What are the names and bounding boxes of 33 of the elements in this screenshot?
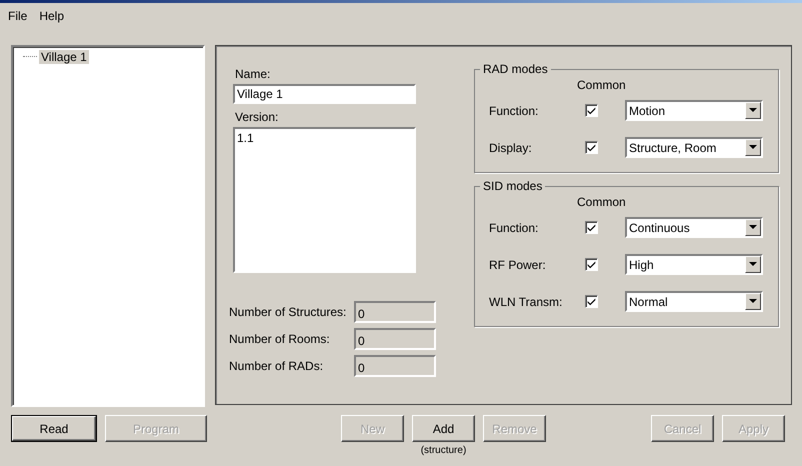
mode-dropdown[interactable]: Continuous (625, 217, 763, 238)
mode-dropdown[interactable]: Motion (625, 100, 763, 121)
common-checkbox[interactable] (585, 221, 598, 234)
menu-item[interactable]: Help (39, 9, 64, 25)
common-checkbox[interactable] (585, 295, 598, 308)
count-label: Number of Rooms: (229, 332, 331, 346)
common-checkbox[interactable] (585, 258, 598, 271)
field-label: Version: (234, 110, 280, 124)
button-note: (structure) (420, 445, 466, 456)
mode-label: WLN Transm: (488, 294, 564, 308)
group-title: SID modes (482, 179, 544, 193)
mode-dropdown[interactable]: Structure, Room (625, 137, 763, 158)
version-field[interactable]: 1.1 (233, 127, 416, 273)
group-title: RAD modes (482, 62, 549, 76)
column-heading: Common (577, 195, 626, 209)
action-button[interactable]: Read (11, 415, 97, 442)
column-heading: Common (577, 78, 626, 92)
name-field[interactable]: Village 1 (233, 84, 416, 104)
count-label: Number of Structures: (229, 305, 348, 319)
mode-dropdown[interactable]: High (625, 254, 763, 275)
mode-dropdown[interactable]: Normal (625, 291, 763, 312)
mode-label: RF Power: (488, 258, 547, 272)
tree-item[interactable]: Village 1 (39, 50, 89, 64)
field-label: Name: (234, 67, 272, 81)
menu-item[interactable]: File (8, 9, 28, 25)
count-label: Number of RADs: (229, 359, 324, 373)
common-checkbox[interactable] (585, 141, 598, 154)
action-button[interactable]: Add (412, 415, 475, 442)
mode-label: Function: (488, 220, 540, 234)
tree-line-icon (23, 56, 37, 58)
mode-label: Function: (488, 104, 540, 118)
common-checkbox[interactable] (585, 104, 598, 117)
mode-label: Display: (488, 140, 533, 154)
